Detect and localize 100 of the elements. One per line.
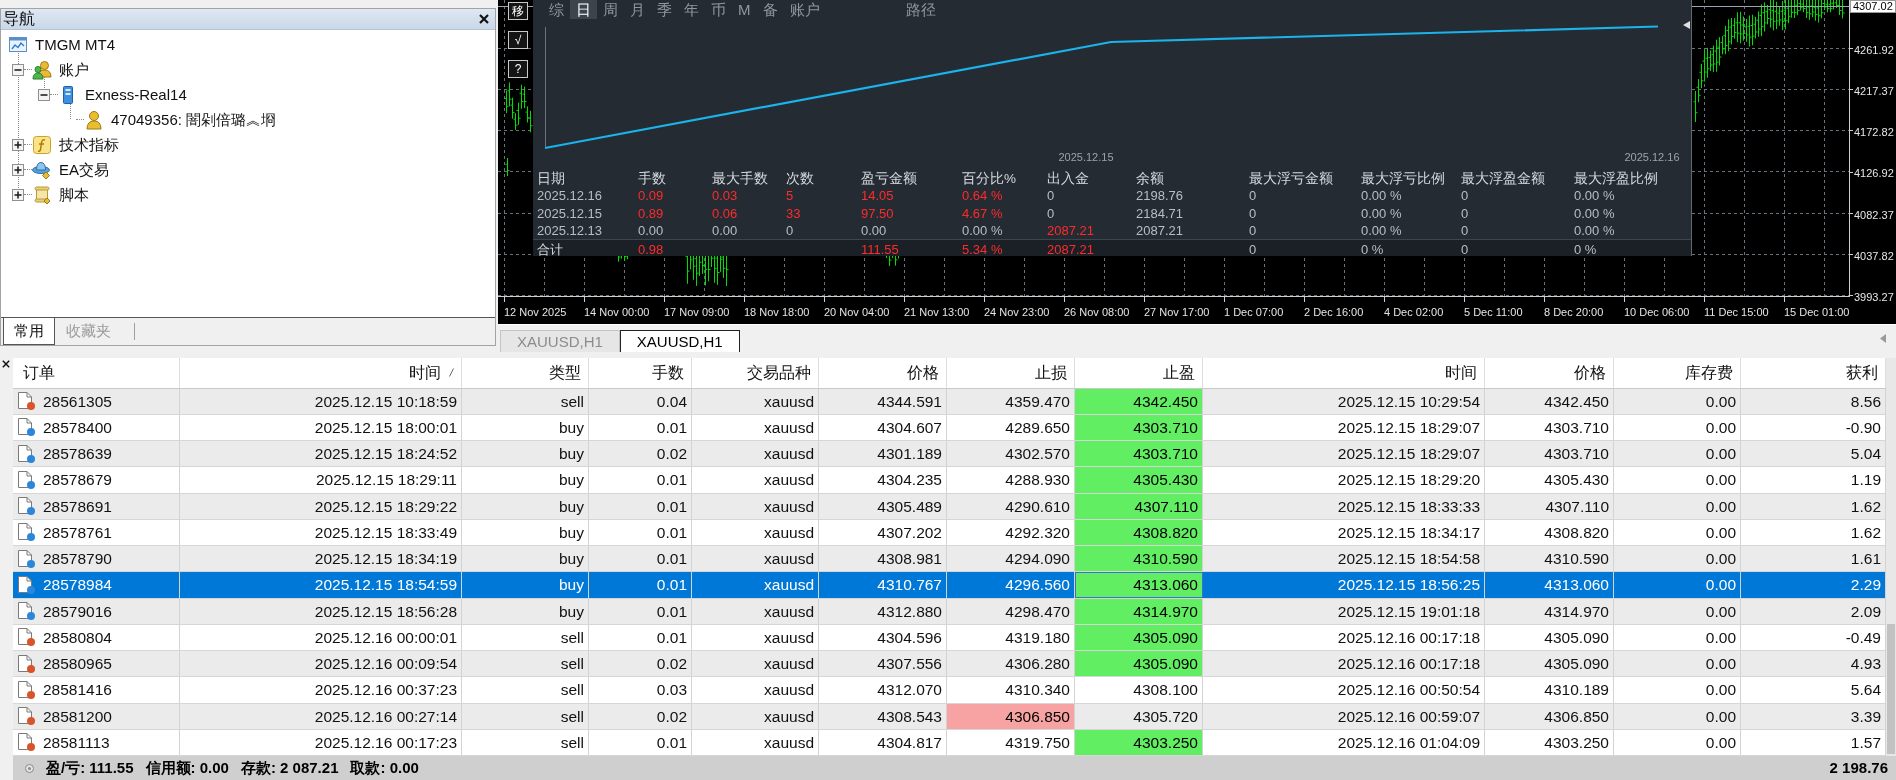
order-number: 28580804 — [43, 627, 112, 648]
column-header[interactable]: 类型 — [462, 358, 589, 388]
report-tab[interactable]: 账户 — [783, 0, 826, 19]
close-icon[interactable] — [2, 360, 10, 368]
table-cell: buy — [462, 441, 589, 467]
close-icon[interactable] — [479, 14, 489, 24]
chart-tool-button[interactable]: √ — [508, 31, 528, 49]
table-cell: 4342.450 — [1485, 388, 1614, 414]
collapse-toggle-icon[interactable] — [12, 63, 24, 76]
table-cell: 0.00 — [1614, 519, 1741, 545]
order-number: 28578790 — [43, 549, 112, 570]
order-number: 28581113 — [43, 732, 110, 753]
collapse-toggle-icon[interactable] — [38, 88, 50, 101]
table-row[interactable]: 28578790 2025.12.15 18:34:19 buy 0.01 xauusd 4308.981 4294.090 4310.590 2025.12.15 18:54:58 4310.590 0.00 1.61 — [13, 546, 1886, 573]
document-icon — [18, 497, 32, 515]
table-cell: 0.04 — [589, 388, 692, 414]
report-tab[interactable]: M — [732, 0, 757, 19]
report-tab[interactable]: 季 — [651, 0, 678, 19]
table-row[interactable]: 28578984 2025.12.15 18:54:59 buy 0.01 xauusd 4310.767 4296.560 4313.060 2025.12.15 18:56:25 4313.060 0.00 2.29 — [13, 572, 1886, 599]
table-cell: xauusd — [692, 414, 819, 440]
table-cell: 0.00 — [1614, 729, 1741, 755]
table-cell: 0.00 % — [1574, 188, 1615, 204]
column-header[interactable]: 订单 — [13, 358, 180, 388]
expand-toggle-icon[interactable] — [12, 163, 24, 176]
table-cell: 0.00 — [638, 223, 664, 239]
tree-item-label[interactable]: TMGM MT4 — [35, 34, 115, 55]
table-cell: 2025.12.16 00:09:54 — [180, 651, 462, 677]
report-tab[interactable]: 币 — [705, 0, 732, 19]
table-cell: 2025.12.15 18:33:49 — [180, 519, 462, 545]
column-header[interactable]: 价格 — [819, 358, 947, 388]
column-header[interactable]: 止损 — [947, 358, 1075, 388]
table-cell: 2025.12.15 10:29:54 — [1203, 388, 1485, 414]
tree-item-label[interactable]: 技术指标 — [59, 134, 119, 155]
table-cell: 4303.710 — [1485, 441, 1614, 467]
table-row[interactable]: 28578679 2025.12.15 18:29:11 buy 0.01 xauusd 4304.235 4288.930 4305.430 2025.12.15 18:29:20 4305.430 0.00 1.19 — [13, 467, 1886, 494]
column-header[interactable]: 时间 — [180, 358, 462, 388]
status-text: 存款: 2 087.21 — [240, 758, 339, 778]
table-cell: 2025.12.16 00:37:23 — [180, 677, 462, 703]
document-icon — [18, 470, 32, 488]
order-number: 28579016 — [43, 601, 112, 622]
scrollbar-thumb[interactable] — [1887, 624, 1895, 754]
chart-tool-button[interactable]: ? — [508, 60, 528, 78]
column-header[interactable]: 止盈 — [1075, 358, 1203, 388]
table-row[interactable]: 28578691 2025.12.15 18:29:22 buy 0.01 xauusd 4305.489 4290.610 4307.110 2025.12.15 18:33:33 4307.110 0.00 1.62 — [13, 493, 1886, 520]
table-row[interactable]: 28578400 2025.12.15 18:00:01 buy 0.01 xauusd 4304.607 4289.650 4303.710 2025.12.15 18:29:07 4303.710 0.00 -0.90 — [13, 414, 1886, 441]
column-header: 最大浮盈金额 — [1461, 171, 1545, 186]
column-header[interactable]: 库存费 — [1614, 358, 1741, 388]
tree-item-label[interactable]: EA交易 — [59, 159, 109, 180]
report-tab[interactable]: 周 — [597, 0, 624, 19]
table-row[interactable]: 28581200 2025.12.16 00:27:14 sell 0.02 xauusd 4308.543 4306.850 4305.720 2025.12.16 00:59:07 4306.850 0.00 3.39 — [13, 703, 1886, 730]
report-tab[interactable]: 月 — [624, 0, 651, 19]
column-header[interactable]: 交易品种 — [692, 358, 819, 388]
tree-item-label[interactable]: 47049356: 闇剁倍璐︽埛 — [111, 109, 277, 130]
column-header[interactable]: 价格 — [1485, 358, 1614, 388]
table-cell: 4304.235 — [819, 467, 947, 493]
table-row[interactable]: 28579016 2025.12.15 18:56:28 buy 0.01 xauusd 4312.880 4298.470 4314.970 2025.12.15 19:01:18 4314.970 0.00 2.09 — [13, 598, 1886, 625]
table-cell: 2025.12.15 18:33:33 — [1203, 493, 1485, 519]
column-header[interactable]: 时间 — [1203, 358, 1485, 388]
chart-tab[interactable]: XAUUSD,H1 — [619, 330, 740, 352]
expand-toggle-icon[interactable] — [12, 188, 24, 201]
tree-item-label[interactable]: 账户 — [59, 59, 89, 80]
path-button[interactable]: 路径 — [899, 0, 942, 19]
document-icon — [18, 733, 32, 751]
table-cell: 4305.090 — [1485, 651, 1614, 677]
table-cell: 4344.591 — [819, 388, 947, 414]
table-cell: 0.00 — [1614, 703, 1741, 729]
report-tab[interactable]: 综 — [543, 0, 570, 19]
table-cell: 2025.12.15 10:18:59 — [180, 388, 462, 414]
table-cell: 4313.060 — [1075, 572, 1203, 598]
table-cell: 0.00 — [1614, 572, 1741, 598]
table-row[interactable]: 28581416 2025.12.16 00:37:23 sell 0.03 xauusd 4312.070 4310.340 4308.100 2025.12.16 00:50:54 4310.189 0.00 5.64 — [13, 677, 1886, 704]
table-cell: 2025.12.16 00:50:54 — [1203, 677, 1485, 703]
scrollbar[interactable] — [1886, 358, 1896, 756]
report-tab[interactable]: 备 — [756, 0, 784, 19]
table-row[interactable]: 28578639 2025.12.15 18:24:52 buy 0.02 xauusd 4301.189 4302.570 4303.710 2025.12.15 18:29:07 4303.710 0.00 5.04 — [13, 441, 1886, 468]
report-tab[interactable]: 年 — [678, 0, 705, 19]
table-cell: 4305.430 — [1485, 467, 1614, 493]
time-axis-label: 12 Nov 2025 — [504, 306, 567, 318]
table-row[interactable]: 28581113 2025.12.16 00:17:23 sell 0.01 xauusd 4304.817 4319.750 4303.250 2025.12.16 01:04:09 4303.250 0.00 1.57 — [13, 729, 1886, 756]
tree-item-label[interactable]: 脚本 — [59, 184, 89, 205]
expand-toggle-icon[interactable] — [12, 138, 24, 151]
table-cell: xauusd — [692, 546, 819, 572]
table-cell: 0 — [1249, 241, 1257, 257]
chart-tool-button[interactable]: 移 — [508, 2, 528, 20]
table-row[interactable]: 28580804 2025.12.16 00:00:01 sell 0.01 xauusd 4304.596 4319.180 4305.090 2025.12.16 00:17:18 4305.090 0.00 -0.49 — [13, 624, 1886, 651]
table-cell: 0 — [1249, 188, 1257, 204]
order-number: 28561305 — [43, 391, 112, 412]
panel-tab[interactable]: 常用 — [3, 318, 55, 345]
table-row[interactable]: 28578761 2025.12.15 18:33:49 buy 0.01 xauusd 4307.202 4292.320 4308.820 2025.12.15 18:34:17 4308.820 0.00 1.62 — [13, 519, 1886, 546]
table-cell: 0.00 — [1614, 651, 1741, 677]
triangle-handle-icon[interactable] — [1683, 21, 1690, 29]
report-tab[interactable]: 日 — [570, 0, 597, 19]
table-cell: 0.00 % — [1361, 223, 1402, 239]
table-row[interactable]: 28580965 2025.12.16 00:09:54 sell 0.02 xauusd 4307.556 4306.280 4305.090 2025.12.16 00:17:18 4305.090 0.00 4.93 — [13, 651, 1886, 678]
document-icon — [18, 602, 32, 620]
column-header: 最大浮亏比例 — [1361, 171, 1445, 186]
table-row[interactable]: 28561305 2025.12.15 10:18:59 sell 0.04 xauusd 4344.591 4359.470 4342.450 2025.12.15 10:29:54 4342.450 0.00 8.56 — [13, 388, 1886, 415]
table-cell: 2025.12.15 18:54:58 — [1203, 546, 1485, 572]
column-header[interactable]: 手数 — [589, 358, 692, 388]
tree-item-label[interactable]: Exness-Real14 — [85, 84, 187, 105]
